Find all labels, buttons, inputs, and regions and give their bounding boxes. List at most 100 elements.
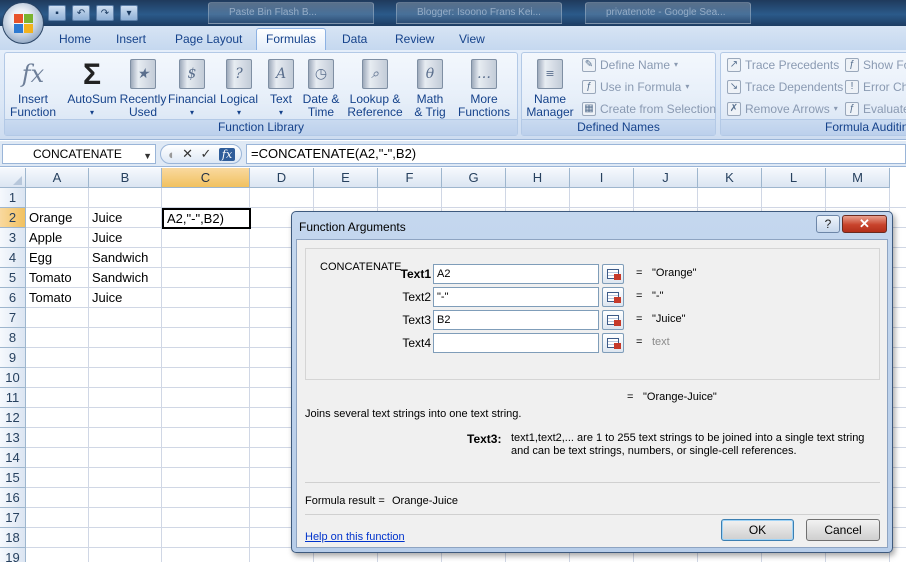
row-header-19[interactable]: 19 — [0, 548, 26, 562]
column-header-k[interactable]: K — [698, 168, 762, 188]
row-header-15[interactable]: 15 — [0, 468, 26, 488]
row-header-11[interactable]: 11 — [0, 388, 26, 408]
column-header-f[interactable]: F — [378, 168, 442, 188]
create-from-selection-button[interactable]: ▦ Create from Selection — [582, 100, 716, 118]
row-header-18[interactable]: 18 — [0, 528, 26, 548]
remove-arrows-button[interactable]: ✗ Remove Arrows ▾ — [727, 100, 838, 118]
cell-a3[interactable]: Apple — [26, 228, 89, 248]
financial-button[interactable]: $ Financial ▾ — [167, 57, 217, 119]
column-header-a[interactable]: A — [26, 168, 89, 188]
arg-input-text3[interactable]: B2 — [433, 310, 599, 330]
trace-dependents-button[interactable]: ↘ Trace Dependents — [727, 78, 843, 96]
ok-button[interactable]: OK — [721, 519, 794, 541]
tab-page-layout[interactable]: Page Layout — [166, 29, 251, 50]
arg-result: "Orange" — [652, 267, 697, 279]
column-header-e[interactable]: E — [314, 168, 378, 188]
tab-home[interactable]: Home — [50, 29, 100, 50]
column-header-g[interactable]: G — [442, 168, 506, 188]
cell-b2[interactable]: Juice — [89, 208, 162, 228]
row-header-16[interactable]: 16 — [0, 488, 26, 508]
row-header-12[interactable]: 12 — [0, 408, 26, 428]
active-cell-c2[interactable]: A2,"-",B2) — [162, 208, 251, 229]
arg-input-text2[interactable]: "-" — [433, 287, 599, 307]
tab-view[interactable]: View — [450, 29, 494, 50]
trace-precedents-button[interactable]: ↗ Trace Precedents — [727, 56, 839, 74]
column-header-i[interactable]: I — [570, 168, 634, 188]
help-on-function-link[interactable]: Help on this function — [305, 531, 405, 543]
fill-handle[interactable] — [248, 226, 249, 227]
cell-b4[interactable]: Sandwich — [89, 248, 162, 268]
redo-icon[interactable]: ↷ — [96, 5, 114, 21]
column-header-j[interactable]: J — [634, 168, 698, 188]
office-button[interactable] — [2, 2, 44, 44]
cell-a6[interactable]: Tomato — [26, 288, 89, 308]
row-header-5[interactable]: 5 — [0, 268, 26, 288]
customize-qat-icon[interactable]: ▾ — [120, 5, 138, 21]
taskbar-tab-2[interactable]: Blogger: Isoono Frans Kei... — [396, 2, 562, 24]
evaluate-formula-button[interactable]: ƒ Evaluate — [845, 100, 906, 118]
tab-data[interactable]: Data — [333, 29, 376, 50]
arg-input-text4[interactable] — [433, 333, 599, 353]
cell-a5[interactable]: Tomato — [26, 268, 89, 288]
tab-review[interactable]: Review — [386, 29, 443, 50]
more-functions-button[interactable]: … More Functions — [453, 57, 515, 119]
text-button[interactable]: A Text ▾ — [263, 57, 299, 119]
recently-used-button[interactable]: ★ Recently Used — [119, 57, 167, 119]
row-header-13[interactable]: 13 — [0, 428, 26, 448]
row-header-17[interactable]: 17 — [0, 508, 26, 528]
insert-function-fx-icon[interactable]: fx — [218, 147, 236, 161]
column-header-b[interactable]: B — [89, 168, 162, 188]
name-box[interactable]: CONCATENATE ▼ — [2, 144, 156, 164]
show-formulas-button[interactable]: ƒ Show Fo — [845, 56, 906, 74]
row-header-7[interactable]: 7 — [0, 308, 26, 328]
row-header-6[interactable]: 6 — [0, 288, 26, 308]
taskbar-tab-1[interactable]: Paste Bin Flash B... — [208, 2, 374, 24]
collapse-dialog-icon[interactable] — [602, 310, 624, 330]
row-header-10[interactable]: 10 — [0, 368, 26, 388]
lookup-reference-button[interactable]: ⌕ Lookup & Reference — [343, 57, 407, 119]
cell-a2[interactable]: Orange — [26, 208, 89, 228]
taskbar-tab-3[interactable]: privatenote - Google Sea... — [585, 2, 751, 24]
column-header-m[interactable]: M — [826, 168, 890, 188]
arg-input-text1[interactable]: A2 — [433, 264, 599, 284]
math-trig-button[interactable]: θ Math & Trig — [407, 57, 453, 119]
enter-check-icon[interactable]: ✓ — [201, 146, 212, 162]
insert-function-button[interactable]: fx Insert Function — [7, 57, 59, 119]
logical-button[interactable]: ? Logical ▾ — [217, 57, 261, 119]
row-header-1[interactable]: 1 — [0, 188, 26, 208]
collapse-dialog-icon[interactable] — [602, 264, 624, 284]
date-time-button[interactable]: ◷ Date & Time — [299, 57, 343, 119]
help-icon[interactable]: ? — [816, 215, 840, 233]
column-header-h[interactable]: H — [506, 168, 570, 188]
row-header-9[interactable]: 9 — [0, 348, 26, 368]
row-header-4[interactable]: 4 — [0, 248, 26, 268]
collapse-dialog-icon[interactable] — [602, 333, 624, 353]
column-header-c[interactable]: C — [162, 168, 250, 188]
row-header-14[interactable]: 14 — [0, 448, 26, 468]
column-header-l[interactable]: L — [762, 168, 826, 188]
name-manager-button[interactable]: ≡ Name Manager — [524, 57, 576, 119]
undo-icon[interactable]: ↶ — [72, 5, 90, 21]
define-name-button[interactable]: ✎ Define Name ▾ — [582, 56, 678, 74]
error-checking-button[interactable]: ! Error Ch — [845, 78, 906, 96]
close-icon[interactable]: ✕ — [842, 215, 887, 233]
column-header-d[interactable]: D — [250, 168, 314, 188]
row-header-2[interactable]: 2 — [0, 208, 26, 228]
use-in-formula-button[interactable]: ƒ Use in Formula ▾ — [582, 78, 689, 96]
chevron-down-icon[interactable]: ▼ — [143, 147, 152, 165]
tab-formulas[interactable]: Formulas — [256, 28, 327, 51]
formula-input[interactable]: =CONCATENATE(A2,"-",B2) — [246, 144, 906, 164]
cancel-entry-icon[interactable]: ✕ — [182, 146, 193, 162]
cell-b6[interactable]: Juice — [89, 288, 162, 308]
collapse-dialog-icon[interactable] — [602, 287, 624, 307]
cancel-button[interactable]: Cancel — [806, 519, 880, 541]
row-header-3[interactable]: 3 — [0, 228, 26, 248]
tab-insert[interactable]: Insert — [107, 29, 155, 50]
cell-b3[interactable]: Juice — [89, 228, 162, 248]
save-icon[interactable]: ▪ — [48, 5, 66, 21]
row-header-8[interactable]: 8 — [0, 328, 26, 348]
cell-a4[interactable]: Egg — [26, 248, 89, 268]
select-all-corner[interactable] — [0, 168, 26, 188]
cell-b5[interactable]: Sandwich — [89, 268, 162, 288]
autosum-button[interactable]: Σ AutoSum ▾ — [65, 57, 119, 119]
